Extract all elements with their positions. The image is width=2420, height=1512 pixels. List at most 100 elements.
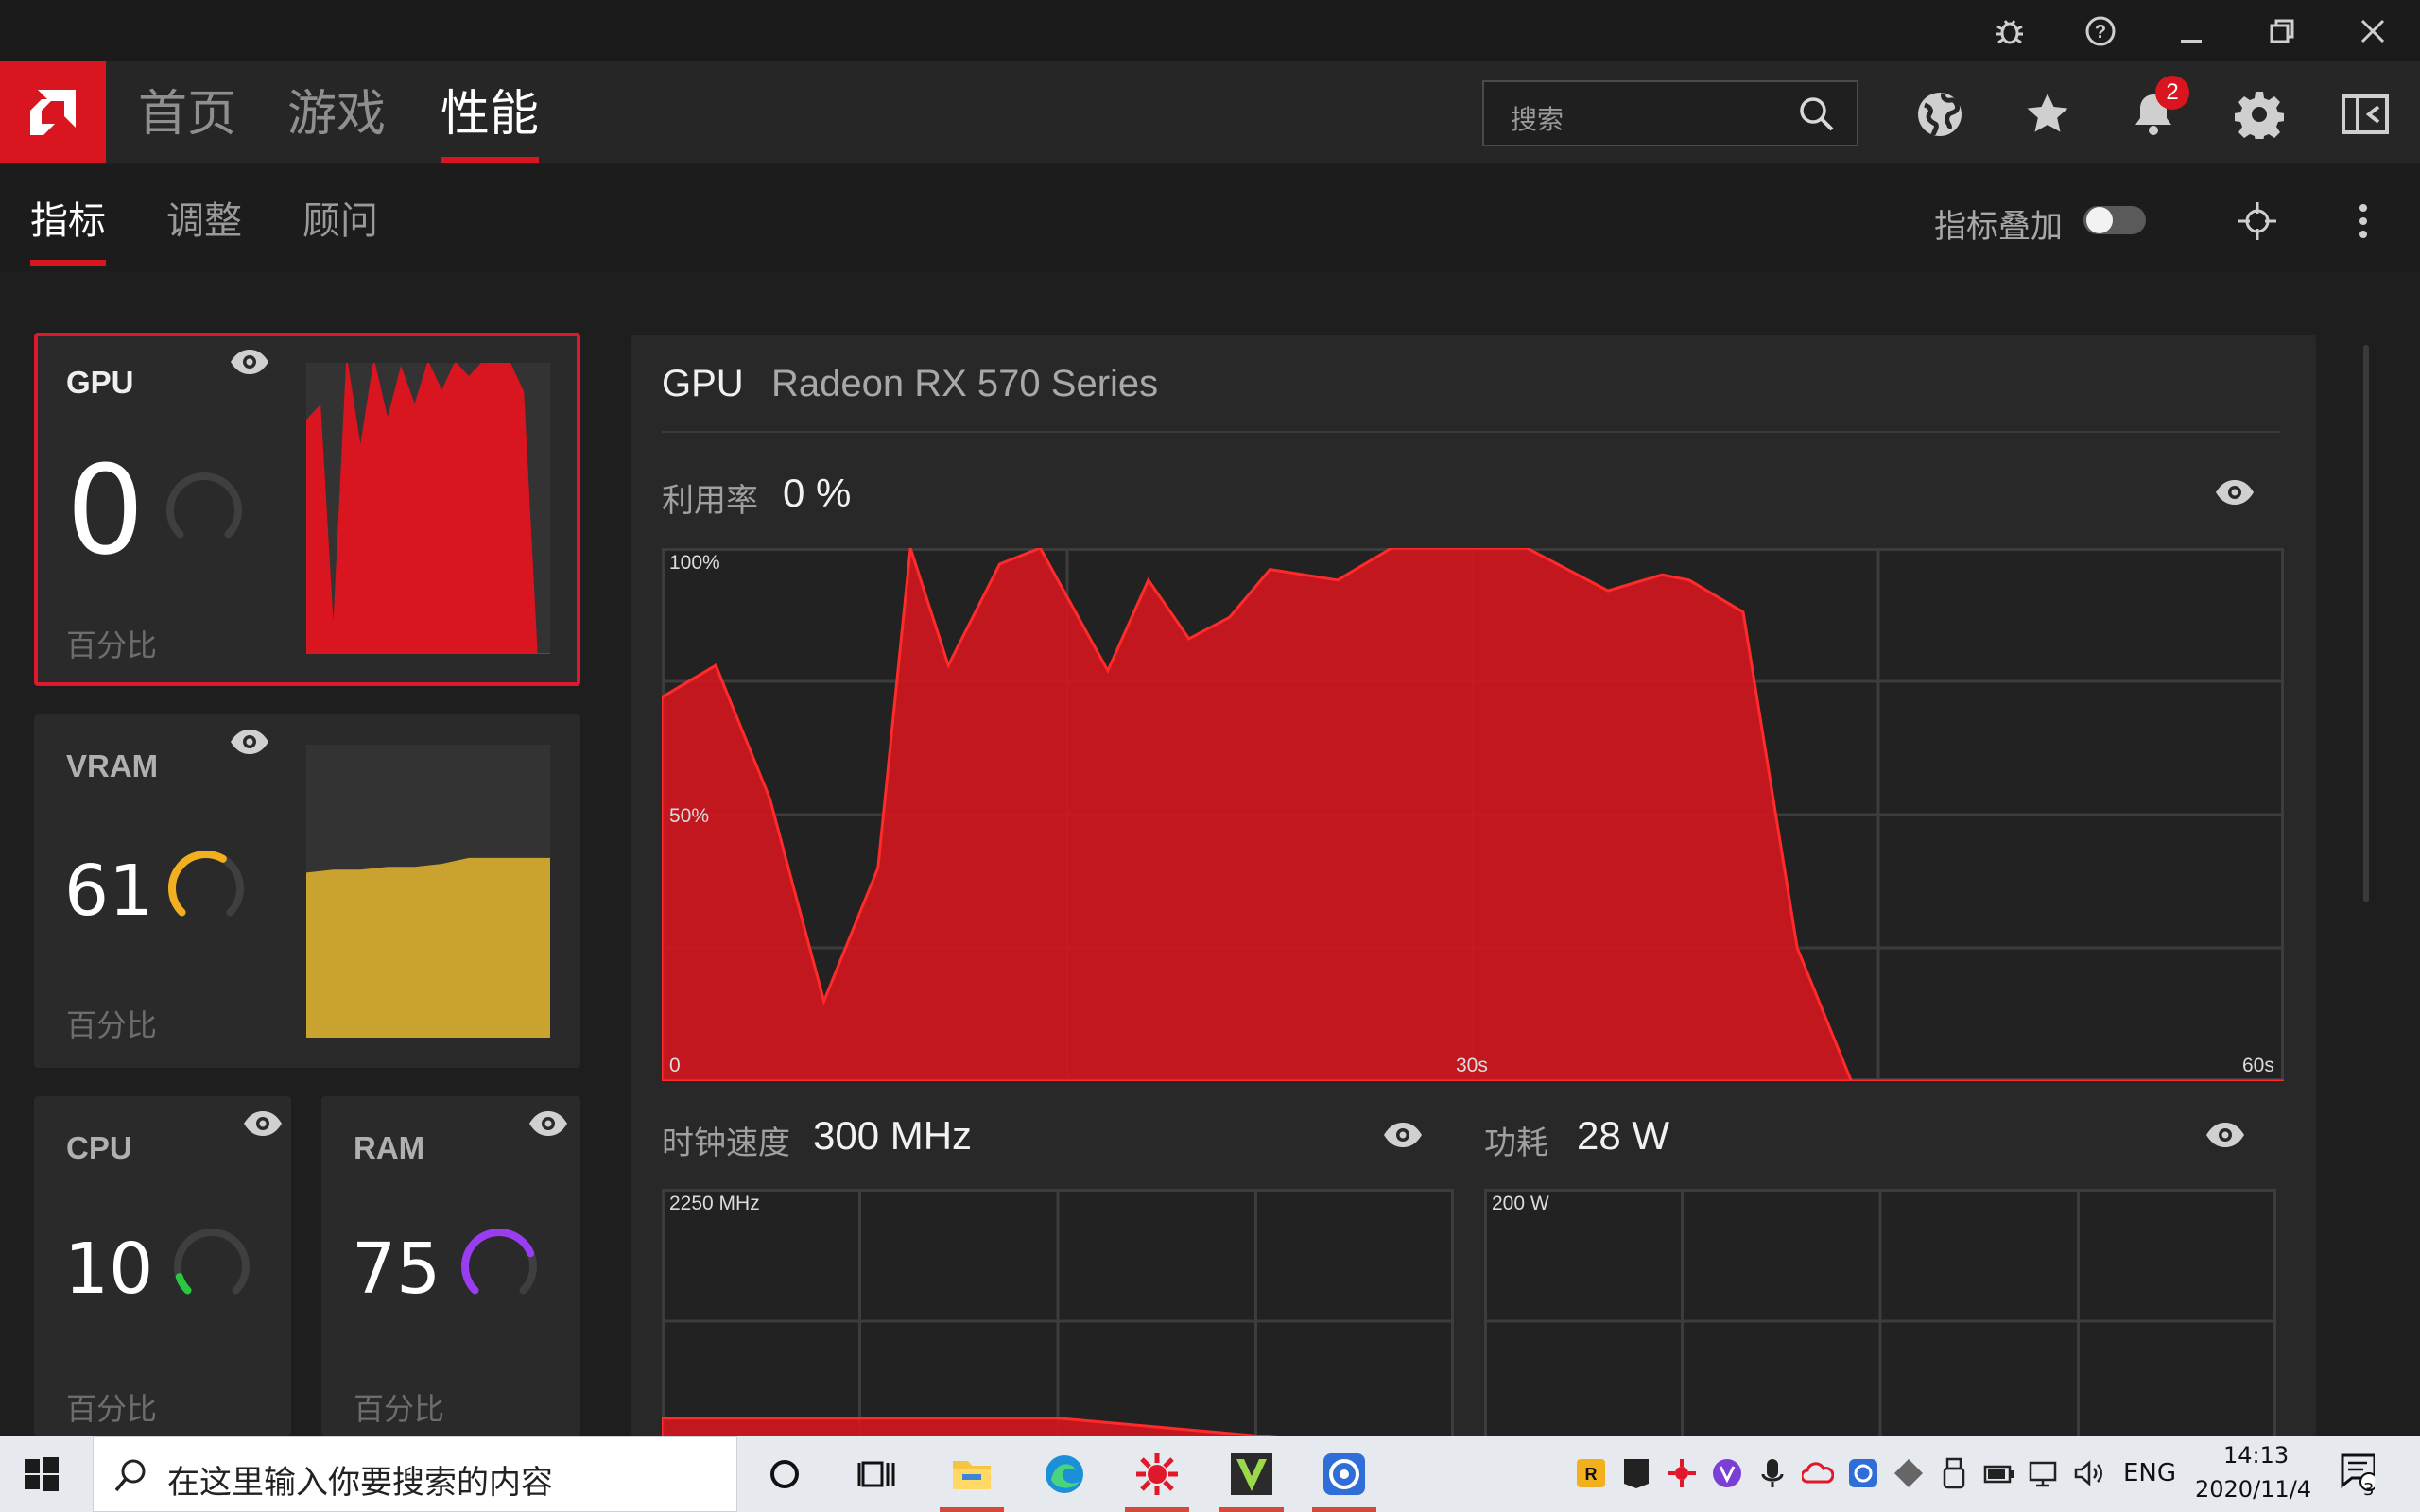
eye-icon[interactable] — [2204, 1121, 2246, 1149]
card-unit: 百分比 — [66, 1007, 158, 1043]
y-axis-label: 2250 MHz — [669, 1193, 760, 1214]
bug-report-icon[interactable] — [1981, 9, 2038, 53]
power-label: 功耗 — [1484, 1125, 1548, 1162]
taskbar-search-placeholder: 在这里输入你要搜索的内容 — [167, 1464, 553, 1502]
microphone-tray-icon[interactable] — [1754, 1455, 1790, 1491]
amd-logo-icon[interactable] — [0, 61, 106, 163]
y-axis-label: 0 — [669, 1055, 681, 1076]
scrollbar[interactable] — [2363, 345, 2369, 902]
gauge-fill — [175, 1273, 192, 1295]
svg-text:?: ? — [2095, 22, 2106, 43]
cortana-icon[interactable] — [747, 1444, 822, 1504]
gpu-metric-card[interactable]: GPU 0 百分比 — [34, 333, 580, 686]
metrics-overlay-toggle[interactable] — [2083, 206, 2146, 234]
tab-home[interactable]: 首页 — [138, 61, 236, 163]
card-title: CPU — [66, 1130, 132, 1165]
rockstar-launcher-tray-icon[interactable]: R — [1573, 1455, 1609, 1491]
clock-time[interactable]: 14:13 — [2223, 1442, 2289, 1469]
gpu-mini-chart — [306, 363, 550, 654]
y-axis-label: 200 W — [1492, 1193, 1549, 1214]
eye-icon[interactable] — [527, 1109, 569, 1138]
crosshair-icon[interactable] — [2237, 200, 2278, 247]
globe-icon[interactable] — [1913, 88, 1966, 141]
eye-icon[interactable] — [242, 1109, 284, 1138]
eye-icon[interactable] — [1382, 1121, 1424, 1149]
gauge-track — [166, 472, 242, 539]
ram-gauge — [461, 1228, 537, 1295]
eye-icon[interactable] — [2214, 478, 2256, 507]
close-icon[interactable] — [2344, 9, 2401, 53]
edge-browser-icon[interactable] — [1027, 1444, 1102, 1504]
settings-gear-icon[interactable] — [2233, 88, 2286, 141]
eye-icon[interactable] — [229, 348, 270, 376]
radeon-software-window: ? 首页 游戏 性能 搜索 2 指标 调整 顾问 指标叠加 GPU 0 百分比 … — [0, 0, 2420, 1436]
tab-tuning[interactable]: 调整 — [166, 164, 242, 273]
notification-badge: 2 — [2155, 76, 2189, 110]
restore-icon[interactable] — [2254, 9, 2310, 53]
vram-metric-card[interactable]: VRAM 61 百分比 — [34, 714, 580, 1068]
input-language[interactable]: ENG — [2123, 1459, 2176, 1487]
power-chart: 200 W — [1484, 1189, 2276, 1436]
viber-tray-icon[interactable] — [1709, 1455, 1745, 1491]
usb-tray-icon[interactable] — [1936, 1455, 1972, 1491]
vram-value: 61 — [64, 850, 154, 932]
gpu-gauge — [166, 472, 242, 539]
gauge-fill — [168, 850, 227, 917]
search-placeholder: 搜索 — [1511, 104, 1564, 135]
windows-start-icon[interactable] — [23, 1455, 60, 1498]
battery-tray-icon[interactable] — [1981, 1455, 2017, 1491]
ram-metric-card[interactable]: RAM 75 百分比 — [321, 1096, 580, 1436]
main-navigation: 首页 游戏 性能 搜索 2 — [0, 61, 2420, 163]
fan-control-app-icon[interactable] — [1306, 1444, 1382, 1512]
cloud-tray-icon[interactable] — [1800, 1455, 1836, 1491]
eye-icon[interactable] — [229, 728, 270, 756]
vram-gauge — [168, 850, 244, 917]
metrics-content: GPU 0 百分比 VRAM 61 百分比 CPU 10 百分比 RAM 75 … — [0, 274, 2420, 1436]
card-unit: 百分比 — [354, 1391, 445, 1427]
tab-gaming[interactable]: 游戏 — [287, 61, 386, 163]
more-options-icon[interactable] — [2352, 200, 2375, 247]
volume-tray-icon[interactable] — [2072, 1455, 2108, 1491]
card-title: VRAM — [66, 748, 159, 783]
utilization-value: 0 % — [783, 471, 852, 515]
svg-text:R: R — [1585, 1465, 1598, 1484]
tab-advisors[interactable]: 顾问 — [302, 164, 378, 273]
diamond-tray-icon[interactable] — [1891, 1455, 1927, 1491]
card-unit: 百分比 — [66, 627, 158, 663]
clock-date[interactable]: 2020/11/4 — [2195, 1476, 2311, 1503]
gta-v-icon[interactable] — [1214, 1444, 1289, 1512]
task-view-icon[interactable] — [839, 1444, 915, 1504]
network-tray-icon[interactable] — [2027, 1455, 2063, 1491]
y-axis-label: 50% — [669, 805, 709, 827]
search-icon[interactable] — [1798, 95, 1836, 138]
ram-value: 75 — [352, 1228, 441, 1310]
toggle-knob — [2086, 207, 2113, 233]
notification-count: 3 — [2363, 1480, 2375, 1500]
tab-metrics[interactable]: 指标 — [30, 164, 106, 273]
search-input[interactable]: 搜索 — [1482, 80, 1858, 146]
x-axis-label: 30s — [1456, 1055, 1488, 1076]
taskbar-search-input[interactable]: 在这里输入你要搜索的内容 — [93, 1436, 737, 1512]
minimize-icon[interactable] — [2163, 9, 2220, 53]
title-bar: ? — [0, 0, 2420, 61]
cpu-gauge — [174, 1228, 250, 1295]
epic-games-tray-icon[interactable] — [1618, 1455, 1654, 1491]
search-icon — [114, 1459, 146, 1492]
amd-radeon-app-icon[interactable] — [1119, 1444, 1195, 1512]
help-icon[interactable]: ? — [2072, 9, 2129, 53]
utilization-chart: 100% 50% 0 30s 60s — [662, 548, 2284, 1081]
vram-mini-chart — [306, 745, 550, 1038]
fan-tray-icon[interactable] — [1845, 1455, 1881, 1491]
gpu-model-name: Radeon RX 570 Series — [771, 363, 1159, 404]
card-title: GPU — [66, 365, 134, 400]
tab-performance[interactable]: 性能 — [441, 61, 540, 163]
amd-tray-icon[interactable] — [1664, 1455, 1700, 1491]
series-area — [306, 857, 550, 1038]
gpu-value: 0 — [66, 438, 145, 582]
divider — [662, 431, 2280, 433]
cpu-metric-card[interactable]: CPU 10 百分比 — [34, 1096, 291, 1436]
file-explorer-icon[interactable] — [934, 1444, 1010, 1512]
sidebar-toggle-icon[interactable] — [2339, 88, 2392, 141]
favorites-star-icon[interactable] — [2021, 88, 2074, 141]
card-unit: 百分比 — [66, 1391, 158, 1427]
